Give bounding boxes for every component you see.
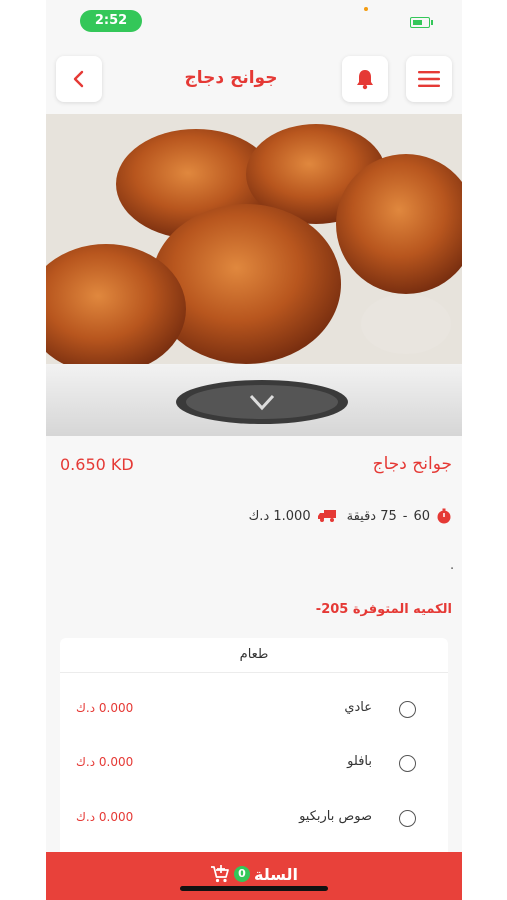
chevron-left-icon <box>73 70 84 88</box>
product-description: . <box>450 558 455 573</box>
prep-time-dash: - <box>402 508 408 524</box>
cart-button[interactable]: 0 السلة <box>46 852 462 900</box>
option-row[interactable]: بافلو 0.000 د.ك <box>60 744 448 784</box>
option-price: 0.000 د.ك <box>76 755 134 769</box>
home-indicator <box>180 886 328 891</box>
app-screen: 2:52 جوانح دجاج جوانح دجاج 0.650 KD 60 -… <box>46 0 462 900</box>
status-time: 2:52 <box>80 10 142 32</box>
option-label: بافلو <box>347 754 372 769</box>
option-row[interactable]: صوص باربكيو 0.000 د.ك <box>60 799 448 839</box>
radio-button[interactable] <box>399 755 416 772</box>
option-row[interactable]: عادي 0.000 د.ك <box>60 690 448 730</box>
option-price: 0.000 د.ك <box>76 701 134 715</box>
back-button[interactable] <box>56 56 102 102</box>
cart-count-badge: 0 <box>233 866 250 882</box>
prep-time-from: 60 <box>413 508 430 524</box>
options-title: طعام <box>60 638 448 673</box>
delivery-fee: 1.000 د.ك <box>248 508 311 524</box>
page-title: جوانح دجاج <box>184 68 278 88</box>
notifications-button[interactable] <box>342 56 388 102</box>
cart-label: السلة <box>253 864 298 884</box>
available-quantity: الكميه المتوفرة 205- <box>316 602 452 617</box>
product-name: جوانح دجاج <box>372 454 452 474</box>
privacy-indicator-icon <box>364 7 368 11</box>
top-nav: جوانح دجاج <box>46 56 462 106</box>
stopwatch-icon <box>437 508 451 524</box>
bell-icon <box>357 70 373 90</box>
product-image <box>46 114 462 436</box>
option-label: عادي <box>344 700 372 715</box>
product-price: 0.650 KD <box>60 455 134 474</box>
delivery-info: 60 - 75 دقيقة 1.000 د.ك <box>249 506 452 526</box>
option-label: صوص باربكيو <box>299 809 372 824</box>
radio-button[interactable] <box>399 810 416 827</box>
battery-icon <box>410 17 433 28</box>
cart-plus-icon <box>210 865 229 883</box>
quantity-label: الكميه المتوفرة <box>352 602 452 617</box>
prep-time-to: 75 دقيقة <box>346 508 397 524</box>
cart-content: 0 السلة <box>210 864 298 884</box>
option-price: 0.000 د.ك <box>76 810 134 824</box>
truck-icon <box>317 510 336 522</box>
status-bar: 2:52 <box>46 0 462 44</box>
quantity-value: 205- <box>315 602 349 617</box>
hamburger-menu-icon <box>418 71 440 87</box>
menu-button[interactable] <box>406 56 452 102</box>
options-card: طعام عادي 0.000 د.ك بافلو 0.000 د.ك صوص … <box>60 638 448 878</box>
radio-button[interactable] <box>399 701 416 718</box>
